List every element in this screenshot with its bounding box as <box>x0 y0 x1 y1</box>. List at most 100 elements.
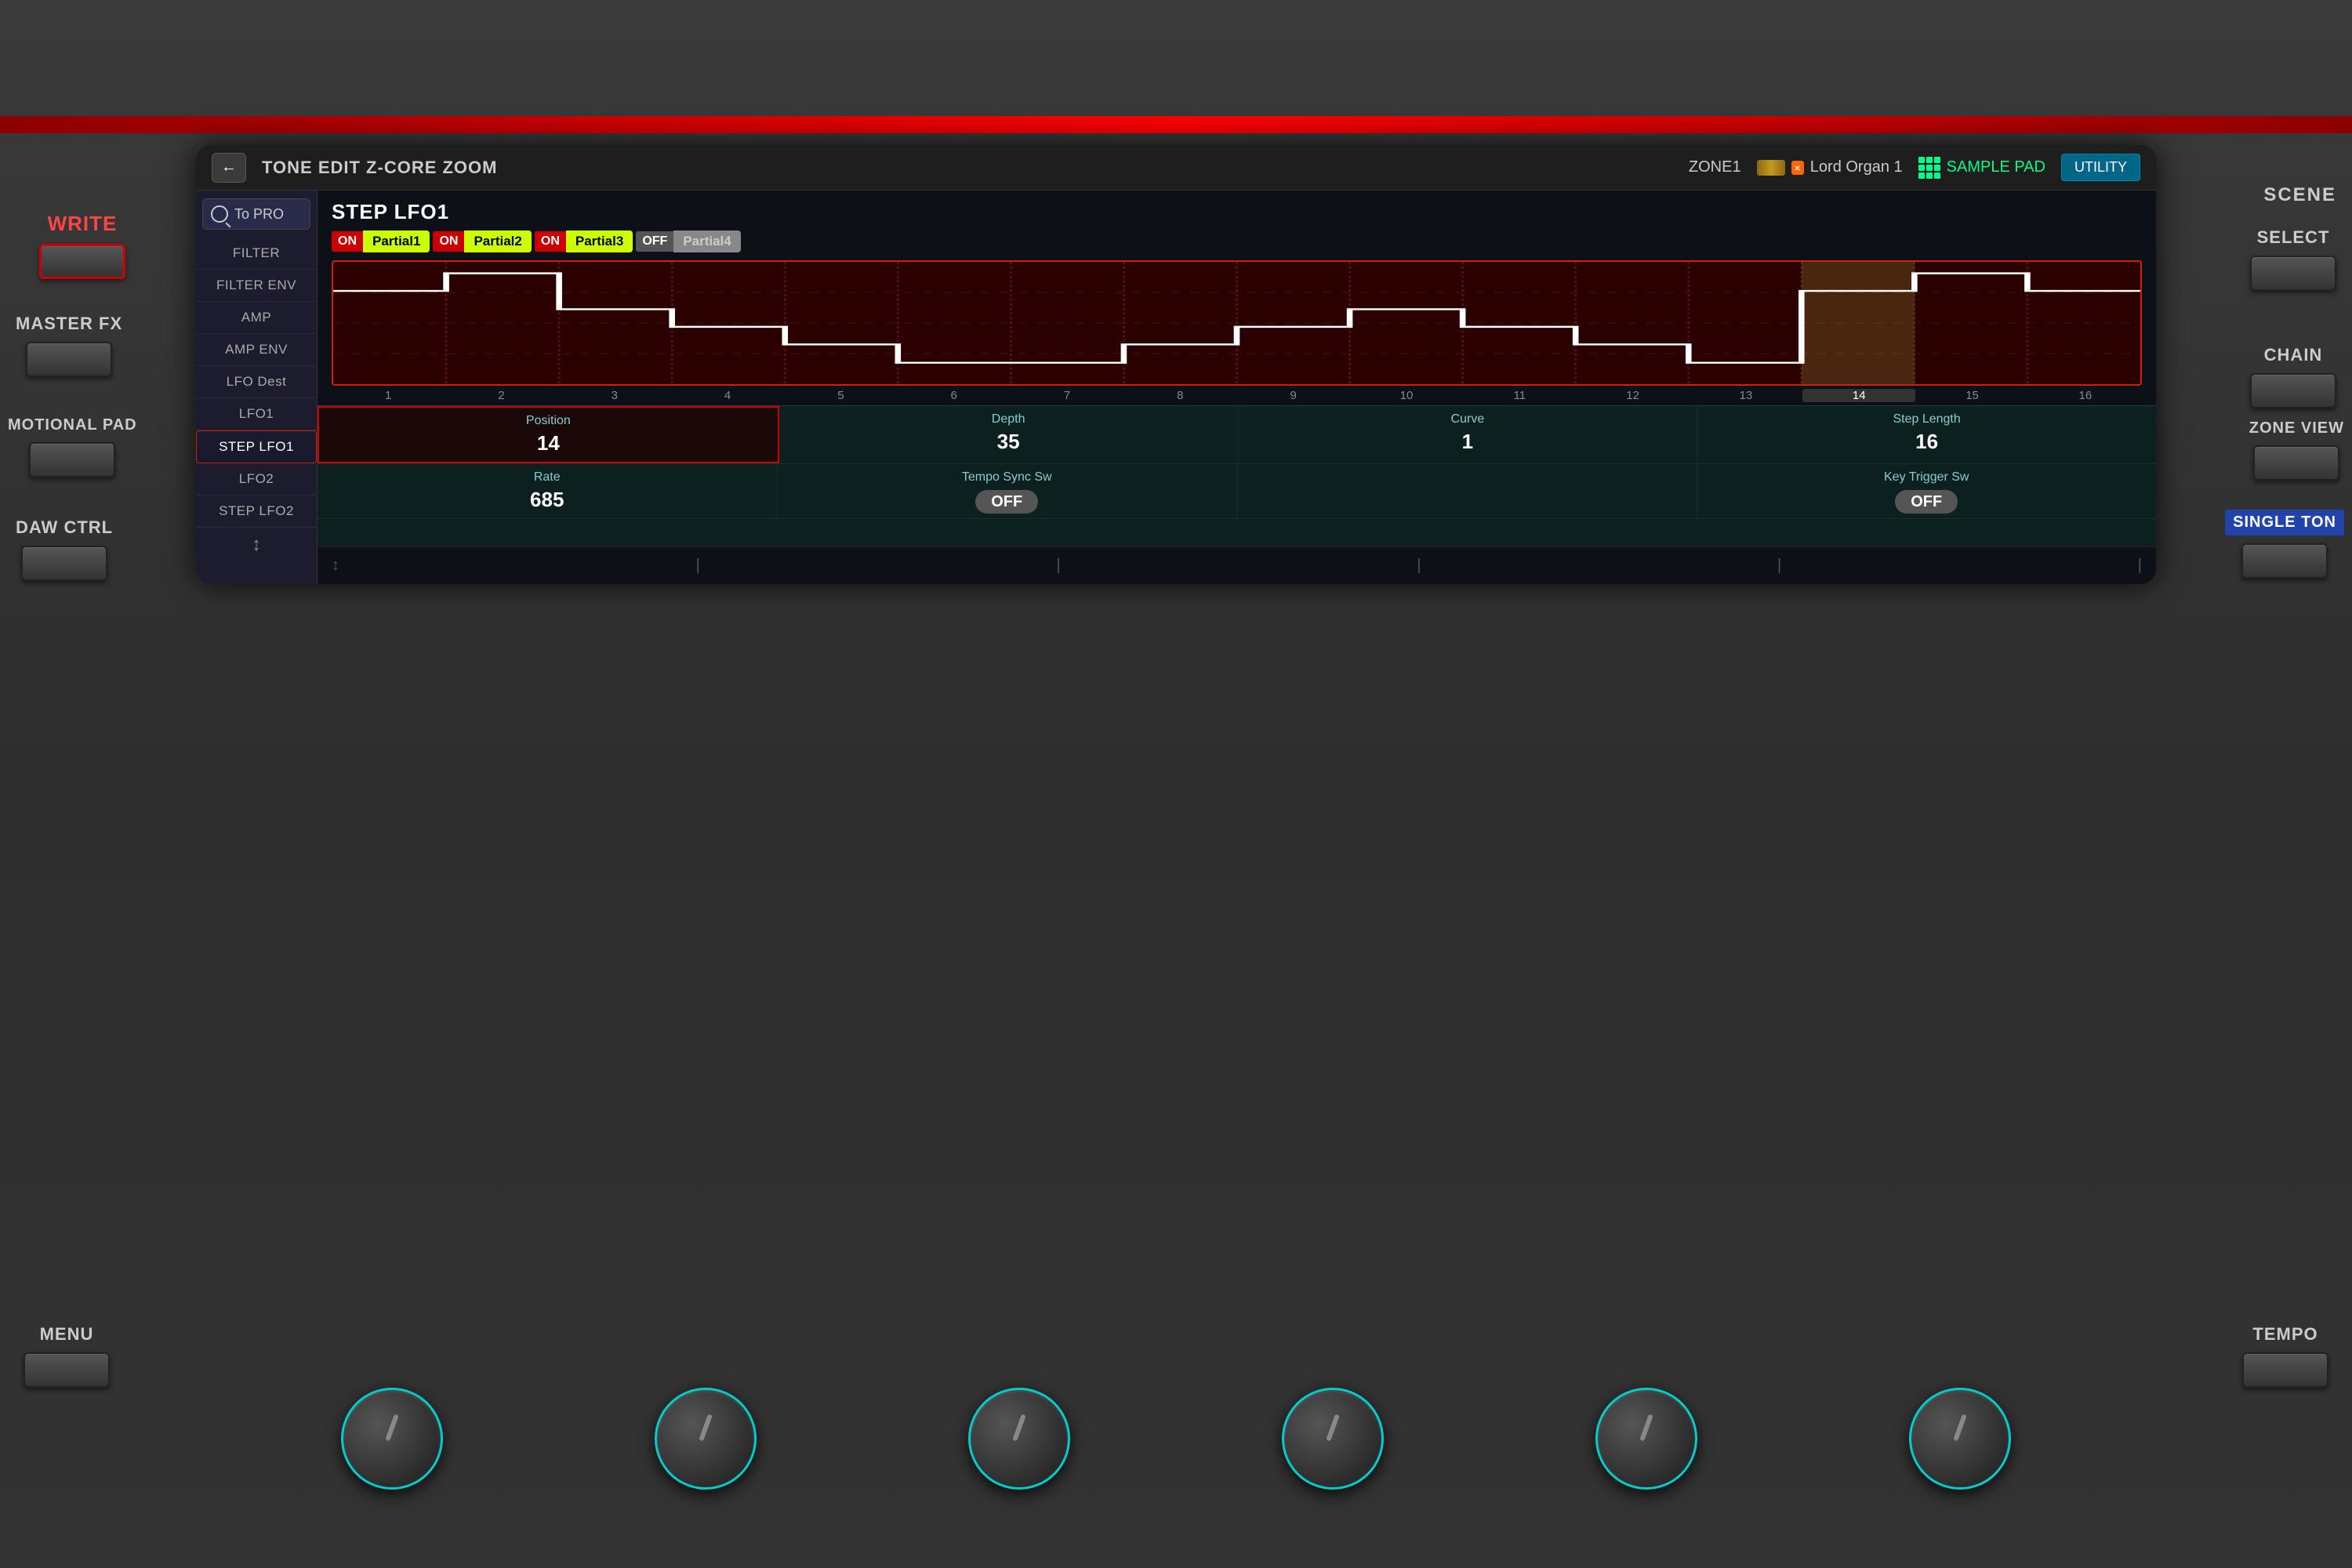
menu-button[interactable] <box>24 1352 110 1388</box>
step-num-5: 5 <box>784 389 897 402</box>
step-num-14-active: 14 <box>1802 389 1915 402</box>
select-button[interactable] <box>2250 256 2336 291</box>
step-length-value: 16 <box>1710 430 2143 454</box>
step-num-7: 7 <box>1011 389 1123 402</box>
utility-button[interactable]: UTILITY <box>2061 154 2140 181</box>
main-panel: STEP LFO1 ON Partial1 ON Partial2 ON <box>318 191 2156 584</box>
panel-title: STEP LFO1 <box>318 191 2156 230</box>
partial2-name: Partial2 <box>464 230 531 252</box>
sidebar-item-step-lfo2[interactable]: STEP LFO2 <box>196 495 317 528</box>
write-button[interactable] <box>39 244 125 279</box>
bottom-arrow-icon: ↕ <box>332 557 339 575</box>
param-cell-step-length[interactable]: Step Length 16 <box>1697 406 2156 463</box>
sidebar-item-step-lfo1[interactable]: STEP LFO1 <box>196 430 317 463</box>
rate-label: Rate <box>330 470 764 485</box>
to-pro-label: To PRO <box>234 206 284 223</box>
motional-pad-button[interactable] <box>29 442 115 477</box>
knob-3[interactable] <box>968 1388 1070 1490</box>
step-num-6: 6 <box>898 389 1011 402</box>
partial-tab-3[interactable]: ON Partial3 <box>535 230 633 252</box>
screen-header: ← TONE EDIT Z-CORE ZOOM ZONE1 × Lord Org… <box>196 145 2156 191</box>
sidebar-item-lfo-dest[interactable]: LFO Dest <box>196 366 317 398</box>
master-fx-button[interactable] <box>26 342 112 377</box>
sample-pad-label: SAMPLE PAD <box>1947 158 2045 176</box>
chain-label: CHAIN <box>2264 345 2323 365</box>
depth-value: 35 <box>792 430 1225 454</box>
tempo-sync-value: OFF <box>790 488 1225 512</box>
header-title: TONE EDIT Z-CORE ZOOM <box>262 158 1673 178</box>
step-graph[interactable] <box>332 260 2142 386</box>
position-label: Position <box>332 414 765 428</box>
step-num-15: 15 <box>1915 389 2028 402</box>
partial-tab-1[interactable]: ON Partial1 <box>332 230 430 252</box>
master-fx-label: MASTER FX <box>16 314 122 334</box>
param-row-2: Rate 685 Tempo Sync Sw OFF <box>318 464 2156 519</box>
partial4-name: Partial4 <box>673 230 740 252</box>
sidebar-item-amp-env[interactable]: AMP ENV <box>196 334 317 366</box>
knob-5[interactable] <box>1595 1388 1697 1490</box>
key-trigger-value: OFF <box>1710 488 2144 512</box>
step-length-label: Step Length <box>1710 412 2143 426</box>
knobs-row <box>235 1388 2117 1490</box>
knob-4[interactable] <box>1282 1388 1384 1490</box>
bottom-indicator-1: | <box>696 557 700 575</box>
magnifier-icon <box>211 205 228 223</box>
sidebar-item-lfo2[interactable]: LFO2 <box>196 463 317 495</box>
knob-2[interactable] <box>655 1388 757 1490</box>
tempo-button[interactable] <box>2242 1352 2328 1388</box>
zone-view-label: ZONE VIEW <box>2249 419 2344 437</box>
step-num-9: 9 <box>1237 389 1350 402</box>
to-pro-button[interactable]: To PRO <box>202 198 310 230</box>
knob-6[interactable] <box>1909 1388 2011 1490</box>
sidebar-item-amp[interactable]: AMP <box>196 302 317 334</box>
depth-label: Depth <box>792 412 1225 426</box>
sidebar-item-filter[interactable]: FILTER <box>196 238 317 270</box>
step-svg <box>333 262 2140 384</box>
bottom-indicator-5: | <box>2138 557 2142 575</box>
sidebar-item-lfo1[interactable]: LFO1 <box>196 398 317 430</box>
screen-content: To PRO FILTER FILTER ENV AMP AMP ENV <box>196 191 2156 584</box>
partial3-on-badge: ON <box>535 231 566 252</box>
partial-tab-2[interactable]: ON Partial2 <box>433 230 531 252</box>
bottom-indicator-3: | <box>1417 557 1421 575</box>
sample-pad-icon <box>1918 157 1940 179</box>
screen-container: ← TONE EDIT Z-CORE ZOOM ZONE1 × Lord Org… <box>196 145 2156 584</box>
step-num-11: 11 <box>1463 389 1576 402</box>
knob-1[interactable] <box>341 1388 443 1490</box>
zone-view-button[interactable] <box>2253 445 2339 481</box>
param-cell-position[interactable]: Position 14 <box>318 406 779 463</box>
tempo-label: TEMPO <box>2252 1324 2318 1345</box>
header-zone: ZONE1 <box>1689 158 1741 176</box>
partial1-on-badge: ON <box>332 231 363 252</box>
step-num-1: 1 <box>332 389 445 402</box>
step-numbers: 1 2 3 4 5 6 7 8 9 10 11 12 13 14 <box>318 386 2156 405</box>
param-cell-rate[interactable]: Rate 685 <box>318 464 778 518</box>
step-num-10: 10 <box>1350 389 1463 402</box>
partial1-name: Partial1 <box>363 230 430 252</box>
partial-tabs: ON Partial1 ON Partial2 ON Partial3 OF <box>318 230 2156 260</box>
position-value: 14 <box>332 431 765 456</box>
step-num-12: 12 <box>1576 389 1689 402</box>
curve-value: 1 <box>1251 430 1685 454</box>
chain-button[interactable] <box>2250 373 2336 408</box>
bottom-indicator-2: | <box>1056 557 1060 575</box>
single-ton-button[interactable] <box>2241 543 2328 579</box>
back-button[interactable]: ← <box>212 153 246 183</box>
partial3-name: Partial3 <box>566 230 633 252</box>
partial-tab-4[interactable]: OFF Partial4 <box>636 230 740 252</box>
sample-pad-button[interactable]: SAMPLE PAD <box>1918 157 2045 179</box>
sidebar-item-filter-env[interactable]: FILTER ENV <box>196 270 317 302</box>
step-num-8: 8 <box>1123 389 1236 402</box>
sidebar-scroll-button[interactable]: ↕ <box>196 528 317 562</box>
bottom-bar: ↕ | | | | | <box>318 546 2156 584</box>
param-cell-depth[interactable]: Depth 35 <box>779 406 1239 463</box>
param-cell-key-trigger[interactable]: Key Trigger Sw OFF <box>1697 464 2157 518</box>
daw-ctrl-label: DAW CTRL <box>16 517 113 538</box>
partial4-on-badge: OFF <box>636 231 673 252</box>
curve-label: Curve <box>1251 412 1685 426</box>
param-section: Position 14 Depth 35 Curve 1 <box>318 405 2156 546</box>
daw-ctrl-button[interactable] <box>21 546 107 581</box>
param-cell-tempo-sync[interactable]: Tempo Sync Sw OFF <box>778 464 1238 518</box>
param-cell-empty <box>1237 464 1697 518</box>
param-cell-curve[interactable]: Curve 1 <box>1239 406 1698 463</box>
